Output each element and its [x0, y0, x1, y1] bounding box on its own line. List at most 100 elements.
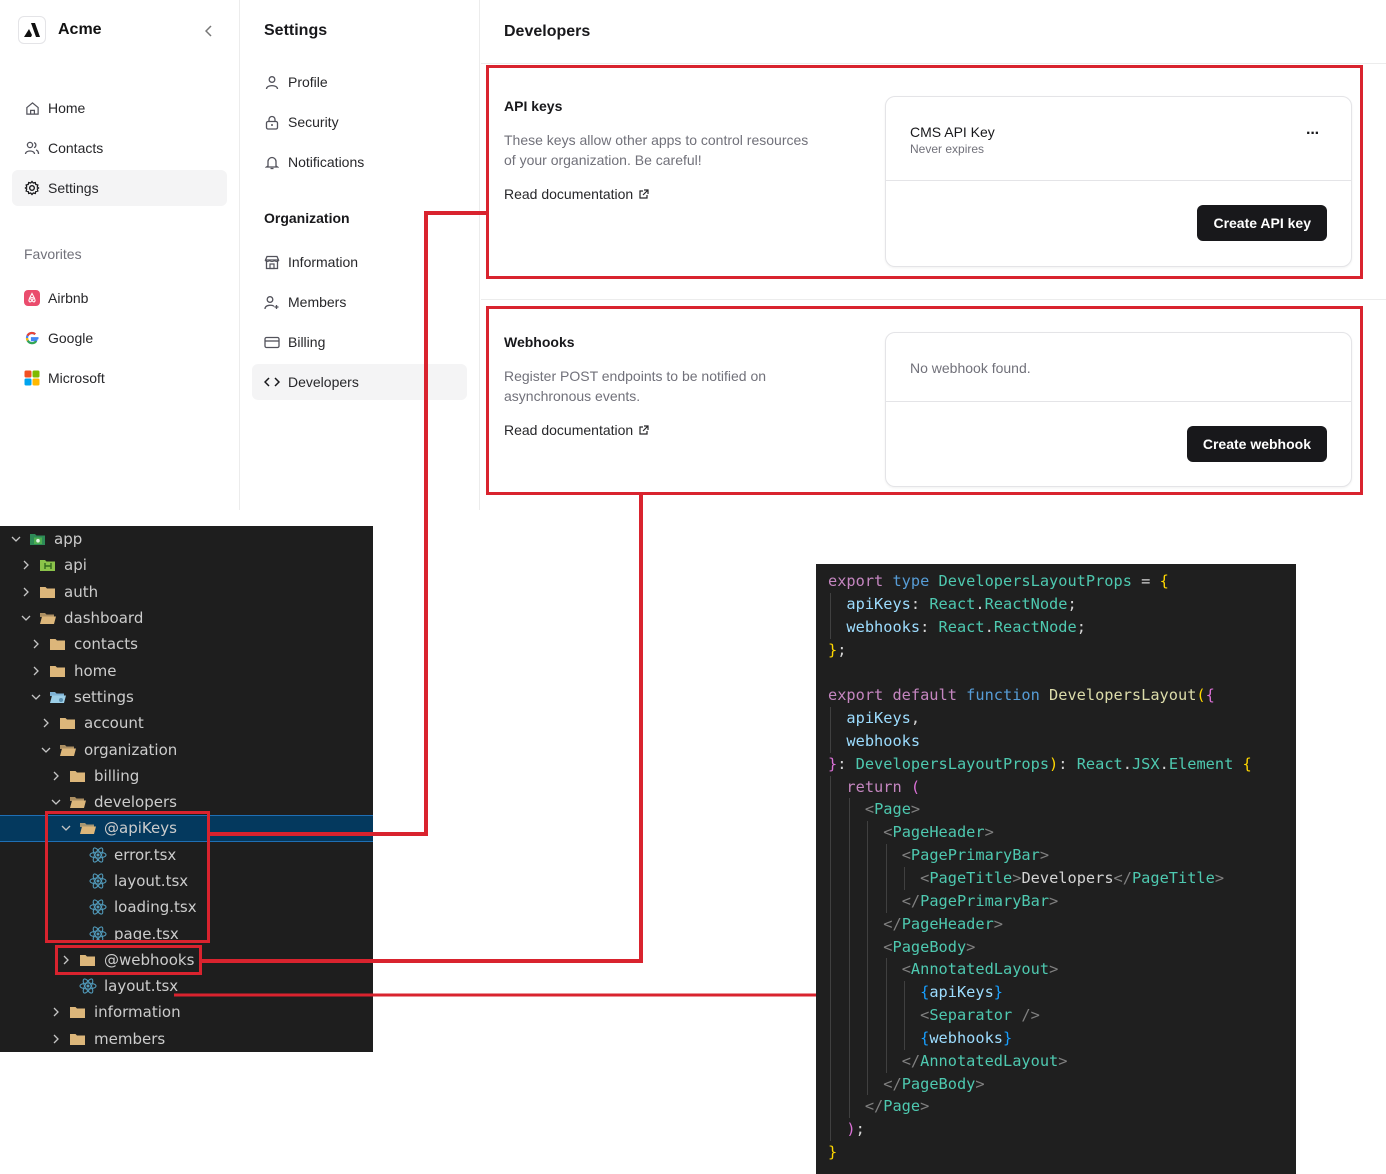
webhooks-description: Register POST endpoints to be notified o…: [504, 368, 767, 404]
chevron-right-icon[interactable]: [49, 1032, 63, 1046]
file-tree-label: layout.tsx: [114, 872, 189, 890]
indent-guide: [830, 958, 831, 982]
settings-item-members[interactable]: Members: [252, 284, 467, 320]
file-tree-folder[interactable]: app: [0, 526, 373, 552]
file-tree-folder[interactable]: home: [0, 657, 373, 683]
api-key-name: CMS API Key: [910, 124, 995, 140]
primary-sidebar: Acme Home Contacts Settings Favorites Ai…: [0, 0, 240, 510]
webhooks-doc-link[interactable]: Read documentation: [504, 422, 649, 438]
file-tree-file[interactable]: layout.tsx: [0, 973, 373, 999]
file-tree-label: auth: [64, 582, 99, 601]
file-tree-folder[interactable]: organization: [0, 736, 373, 762]
indent-guide: [830, 1118, 831, 1142]
folder-icon: [49, 664, 67, 678]
file-tree-folder[interactable]: information: [0, 999, 373, 1025]
settings-item-billing[interactable]: Billing: [252, 324, 467, 360]
create-webhook-button[interactable]: Create webhook: [1186, 426, 1327, 462]
file-tree-folder[interactable]: developers: [0, 789, 373, 815]
file-tree-file[interactable]: layout.tsx: [0, 868, 373, 894]
brand[interactable]: Acme: [18, 16, 102, 44]
indent-guide: [867, 1072, 868, 1096]
chevron-right-icon[interactable]: [59, 953, 73, 967]
code-line: apiKeys,: [828, 707, 1296, 730]
file-tree-file[interactable]: error.tsx: [0, 842, 373, 868]
file-tree-folder[interactable]: contacts: [0, 631, 373, 657]
file-tree-folder[interactable]: members: [0, 1026, 373, 1052]
file-tree-folder[interactable]: api: [0, 552, 373, 578]
file-tree-folder[interactable]: auth: [0, 579, 373, 605]
favorite-microsoft[interactable]: Microsoft: [12, 360, 227, 396]
settings-item-profile[interactable]: Profile: [252, 64, 467, 100]
create-api-key-button[interactable]: Create API key: [1197, 205, 1327, 241]
code-token: apiKeys: [846, 594, 911, 613]
code-token: </: [901, 891, 921, 910]
indent-guide: [904, 1004, 905, 1027]
webhooks-title: Webhooks: [504, 334, 575, 350]
api-keys-doc-link[interactable]: Read documentation: [504, 186, 649, 202]
file-tree-folder[interactable]: settings: [0, 684, 373, 710]
code-token: :: [920, 617, 939, 636]
chevron-right-icon[interactable]: [49, 769, 63, 783]
react-file-icon: [89, 873, 107, 889]
indent-guide: [830, 1026, 831, 1050]
lock-icon: [264, 114, 280, 130]
react-file-icon: [89, 925, 107, 942]
file-tree-folder[interactable]: dashboard: [0, 605, 373, 631]
code-line: }: DevelopersLayoutProps): React.JSX.Ele…: [828, 753, 1296, 776]
settings-item-security[interactable]: Security: [252, 104, 467, 140]
file-tree-folder[interactable]: account: [0, 710, 373, 736]
chevron-down-icon[interactable]: [29, 690, 43, 704]
main-nav: Home Contacts Settings: [12, 90, 227, 210]
code-icon: [264, 374, 280, 390]
favorite-airbnb[interactable]: Airbnb: [12, 280, 227, 316]
code-token: :: [1058, 754, 1077, 773]
chevron-right-icon[interactable]: [29, 637, 43, 651]
chevron-right-icon[interactable]: [49, 1005, 63, 1019]
chevron-down-icon[interactable]: [59, 821, 73, 835]
indent-guide: [830, 1049, 831, 1073]
code-token: apiKeys: [929, 983, 994, 1002]
file-tree-folder[interactable]: billing: [0, 763, 373, 789]
webhooks-empty-text: No webhook found.: [910, 360, 1031, 376]
file-tree-folder[interactable]: @webhooks: [0, 947, 373, 973]
indent-guide: [885, 958, 887, 982]
app-screenshot: Acme Home Contacts Settings Favorites Ai…: [0, 0, 1386, 510]
chevron-right-icon[interactable]: [29, 664, 43, 678]
chevron-right-icon[interactable]: [39, 716, 53, 730]
react-file-icon: [89, 847, 107, 863]
code-token: export: [828, 572, 893, 590]
code-token: }: [828, 754, 838, 773]
settings-item-notifications[interactable]: Notifications: [252, 144, 467, 180]
file-tree-folder[interactable]: @apiKeys: [0, 815, 373, 842]
nav-item-home[interactable]: Home: [12, 90, 227, 126]
indent-guide: [885, 1004, 887, 1027]
settings-item-information[interactable]: Information: [252, 244, 467, 280]
collapse-sidebar-button[interactable]: [200, 22, 218, 40]
file-tree-label: error.tsx: [114, 845, 177, 864]
code-token: React: [929, 594, 976, 613]
indent-guide: [885, 844, 887, 867]
chevron-down-icon[interactable]: [39, 743, 53, 757]
chevron-right-icon[interactable]: [19, 558, 33, 572]
api-keys-card-footer: Create API key: [886, 181, 1351, 267]
code-line: webhooks: [828, 729, 1296, 753]
code-line: }: [828, 1141, 1296, 1164]
chevron-down-icon[interactable]: [9, 532, 23, 546]
more-options-button[interactable]: ···: [1306, 125, 1320, 143]
indent-guide: [830, 592, 831, 616]
nav-item-settings[interactable]: Settings: [12, 170, 227, 206]
chevron-down-icon[interactable]: [19, 611, 33, 625]
code-token: Page: [874, 800, 911, 819]
indent-guide: [904, 866, 905, 890]
chevron-down-icon[interactable]: [49, 795, 63, 809]
nav-item-contacts[interactable]: Contacts: [12, 130, 227, 166]
file-tree-file[interactable]: page.tsx: [0, 920, 373, 946]
code-token: }: [828, 1143, 838, 1162]
chevron-right-icon[interactable]: [19, 585, 33, 599]
favorite-google[interactable]: Google: [12, 320, 227, 356]
file-tree-file[interactable]: loading.tsx: [0, 894, 373, 920]
settings-item-developers[interactable]: Developers: [252, 364, 467, 400]
code-line: </AnnotatedLayout>: [828, 1049, 1296, 1073]
